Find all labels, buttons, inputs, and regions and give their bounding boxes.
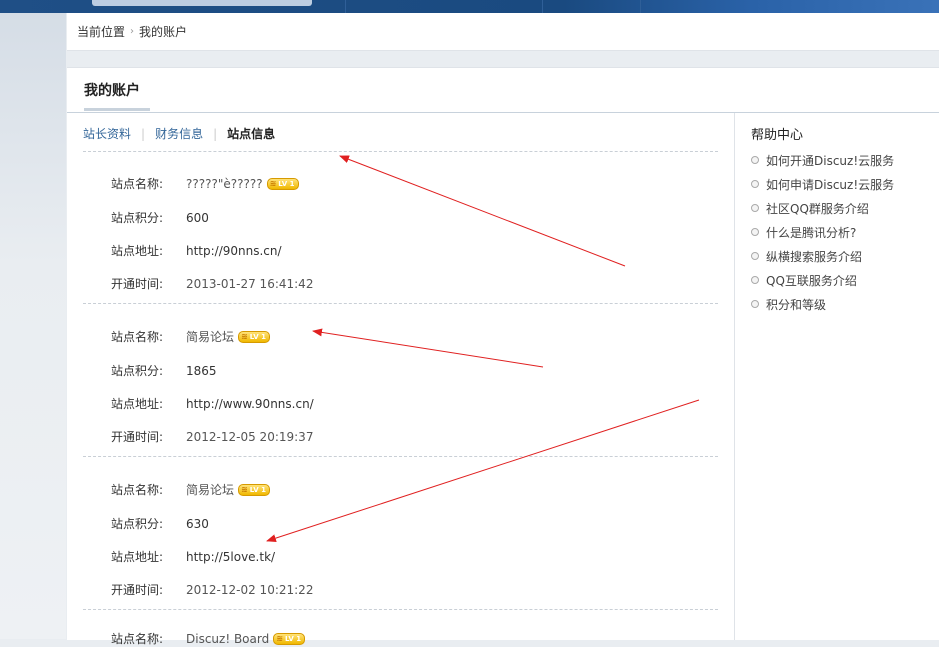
main-panel: 我的账户 站长资料 | 财务信息 | 站点信息 站点名称: ?????"è???… [67, 67, 939, 646]
panel-header: 我的账户 [67, 68, 939, 113]
site-name-label: 站点名称: [111, 483, 164, 497]
title-underline [84, 108, 150, 111]
logo [92, 0, 312, 6]
site-opened-value: 2012-12-02 10:21:22 [186, 582, 314, 597]
tab-owner-profile[interactable]: 站长资料 [83, 125, 131, 142]
top-banner [0, 0, 939, 13]
site-name-label: 站点名称: [111, 330, 164, 344]
site-opened-value: 2013-01-27 16:41:42 [186, 276, 314, 291]
level-badge: ≋ LV 1 [238, 330, 270, 343]
site-url-label: 站点地址: [111, 397, 164, 411]
nav-divider [345, 0, 346, 13]
site-points-value: 630 [186, 516, 209, 531]
help-center-title: 帮助中心 [751, 128, 804, 143]
breadcrumb-location-label: 当前位置 [77, 25, 126, 39]
site-opened-label: 开通时间: [111, 277, 164, 291]
site-opened-label: 开通时间: [111, 430, 164, 444]
help-list: 如何开通Discuz!云服务 如何申请Discuz!云服务 社区QQ群服务介绍 … [751, 148, 894, 316]
wifi-wave-icon: ≋ [241, 331, 248, 341]
site-opened-value: 2012-12-05 20:19:37 [186, 429, 314, 444]
tab-finance[interactable]: 财务信息 [155, 125, 203, 142]
divider [83, 151, 718, 152]
help-link[interactable]: 纵横搜索服务介绍 [766, 248, 862, 265]
help-item: 如何开通Discuz!云服务 [751, 148, 894, 172]
help-item: QQ互联服务介绍 [751, 268, 894, 292]
wifi-wave-icon: ≋ [241, 484, 248, 494]
level-badge-text: LV 1 [249, 332, 266, 341]
site-name-value: ?????"è????? [186, 176, 263, 191]
bullet-icon [751, 180, 759, 188]
site-name-label: 站点名称: [111, 177, 164, 191]
site-url-label: 站点地址: [111, 244, 164, 258]
bullet-icon [751, 228, 759, 236]
breadcrumb-current[interactable]: 我的账户 [139, 23, 187, 40]
site-points-label: 站点积分: [111, 364, 164, 378]
wifi-wave-icon: ≋ [269, 178, 277, 188]
divider [83, 456, 718, 457]
tab-bar: 站长资料 | 财务信息 | 站点信息 [83, 125, 275, 142]
help-link[interactable]: 如何申请Discuz!云服务 [766, 176, 894, 193]
site-name-value: 简易论坛 [186, 483, 235, 497]
site-url-value: http://5love.tk/ [186, 549, 276, 564]
site-url-value: http://90nns.cn/ [186, 243, 282, 258]
help-item: 什么是腾讯分析? [751, 220, 894, 244]
help-item: 积分和等级 [751, 292, 894, 316]
site-url-label: 站点地址: [111, 550, 164, 564]
breadcrumb-separator-icon: › [130, 26, 135, 37]
breadcrumb: 当前位置 › 我的账户 [67, 13, 939, 51]
level-badge: ≋ LV 1 [238, 483, 270, 496]
help-item: 社区QQ群服务介绍 [751, 196, 894, 220]
tab-separator: | [213, 126, 218, 141]
level-badge: ≋ LV 1 [266, 177, 299, 190]
site-points-value: 600 [186, 210, 209, 225]
site-points-value: 1865 [186, 363, 217, 378]
nav-divider [542, 0, 543, 13]
bullet-icon [751, 204, 759, 212]
help-link[interactable]: 社区QQ群服务介绍 [766, 200, 869, 217]
level-badge-text: LV 1 [249, 485, 266, 494]
help-item: 纵横搜索服务介绍 [751, 244, 894, 268]
divider [83, 303, 718, 304]
bullet-icon [751, 276, 759, 284]
help-item: 如何申请Discuz!云服务 [751, 172, 894, 196]
site-points-label: 站点积分: [111, 517, 164, 531]
help-link[interactable]: 如何开通Discuz!云服务 [766, 152, 894, 169]
sidebar-divider [734, 113, 735, 640]
divider [83, 609, 718, 610]
bullet-icon [751, 300, 759, 308]
level-badge-text: LV 1 [278, 179, 295, 188]
site-name-value: 简易论坛 [186, 330, 235, 344]
nav-divider [640, 0, 641, 13]
help-link[interactable]: 什么是腾讯分析? [766, 224, 856, 241]
help-link[interactable]: 积分和等级 [766, 296, 826, 313]
help-link[interactable]: QQ互联服务介绍 [766, 272, 857, 289]
bullet-icon [751, 252, 759, 260]
site-opened-label: 开通时间: [111, 583, 164, 597]
site-url-value: http://www.90nns.cn/ [186, 396, 314, 411]
left-background [0, 13, 66, 639]
tab-separator: | [141, 126, 146, 141]
bullet-icon [751, 156, 759, 164]
page-title: 我的账户 [84, 83, 140, 99]
tab-site-info[interactable]: 站点信息 [227, 125, 275, 142]
site-points-label: 站点积分: [111, 211, 164, 225]
